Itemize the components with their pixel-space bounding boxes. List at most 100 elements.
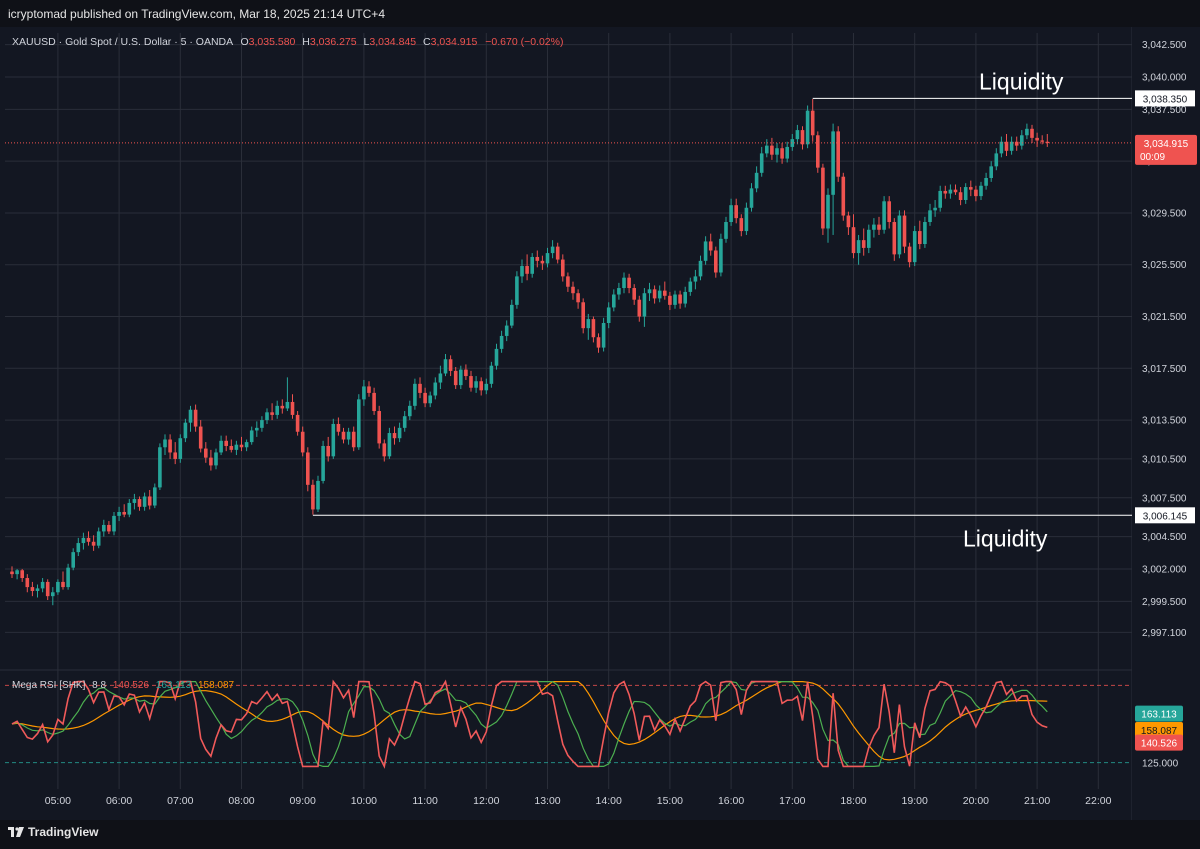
candle-body <box>377 411 381 444</box>
candle-body <box>367 386 371 393</box>
y-tick-label: 3,021.500 <box>1142 312 1187 323</box>
last-price-label: 3,034.915 <box>1144 139 1189 150</box>
candle-body <box>127 502 132 515</box>
candle-body <box>372 392 376 412</box>
symbol-name: XAUUSD · Gold Spot / U.S. Dollar · 5 · O… <box>12 36 233 48</box>
candle-body <box>586 319 591 329</box>
x-tick-label: 06:00 <box>106 795 132 807</box>
candle-body <box>295 414 300 432</box>
candle-body <box>336 423 341 432</box>
candle-body <box>290 401 295 415</box>
candle-body <box>382 443 387 457</box>
x-tick-label: 12:00 <box>473 795 499 807</box>
candle-body <box>10 571 14 575</box>
x-tick-label: 20:00 <box>963 795 989 807</box>
candle-body <box>61 581 65 588</box>
header-bar: icryptomad published on TradingView.com,… <box>0 0 1200 27</box>
candle-body <box>351 431 356 448</box>
candle-body <box>1025 128 1029 136</box>
candle-body <box>86 537 91 542</box>
x-tick-label: 05:00 <box>45 795 71 807</box>
candle-body <box>795 130 800 140</box>
candle-body <box>810 110 815 136</box>
candle-body <box>260 420 264 428</box>
countdown-label: 00:09 <box>1140 152 1165 163</box>
candle-body <box>178 438 183 459</box>
candle-body <box>20 570 24 579</box>
tradingview-brand[interactable]: TradingView <box>8 825 98 839</box>
candle-body <box>504 325 509 336</box>
y-tick-label: 3,025.500 <box>1142 260 1187 271</box>
rsi-badge-label: 163.113 <box>1141 710 1177 721</box>
candle-body <box>805 110 810 145</box>
brand-name: TradingView <box>28 825 99 839</box>
candle-body <box>117 512 121 516</box>
candle-body <box>897 215 902 255</box>
candle-body <box>744 207 749 232</box>
candle-body <box>459 369 463 386</box>
candle-body <box>581 302 585 329</box>
published-text: icryptomad published on TradingView.com,… <box>8 7 385 21</box>
x-tick-label: 17:00 <box>779 795 805 807</box>
candle-body <box>515 276 519 305</box>
candle-body <box>499 335 504 349</box>
candle-body <box>785 146 789 159</box>
candle-body <box>606 307 611 323</box>
candle-body <box>851 227 856 254</box>
high-value: 3,036.275 <box>310 36 357 48</box>
candle-body <box>321 445 325 481</box>
candle-body <box>66 567 70 588</box>
price-chart[interactable]: Liquidity Liquidity 3,042.500 3,040.000 3,0… <box>0 27 1200 820</box>
candle-body <box>423 392 427 404</box>
candle-body <box>826 194 830 229</box>
candle-body <box>25 578 30 588</box>
candle-body <box>198 426 203 449</box>
candle-body <box>923 222 927 245</box>
candle-body <box>479 381 483 391</box>
candle-body <box>219 440 223 453</box>
candle-body <box>734 205 738 219</box>
candle-body <box>520 266 524 277</box>
candle-body <box>494 348 499 366</box>
candle-body <box>418 383 422 393</box>
x-tick-label: 07:00 <box>167 795 193 807</box>
candle-body <box>35 588 40 591</box>
candle-body <box>872 224 876 230</box>
candle-body <box>484 383 489 391</box>
y-tick-label: 3,037.500 <box>1142 105 1187 116</box>
candle-body <box>239 444 244 448</box>
candle-body <box>56 581 60 593</box>
candle-body <box>979 185 983 197</box>
candle-body <box>45 581 50 597</box>
candle-body <box>51 592 55 597</box>
candle-body <box>387 433 392 457</box>
x-tick-label: 08:00 <box>228 795 254 807</box>
candle-body <box>413 383 417 406</box>
candle-body <box>943 190 948 194</box>
candle-body <box>652 289 657 299</box>
rsi-value-orange: 158.087 <box>198 680 235 691</box>
candle-body <box>974 189 978 197</box>
candle-body <box>76 543 81 553</box>
x-tick-label: 15:00 <box>657 795 683 807</box>
y-tick-label: 3,013.500 <box>1142 416 1187 427</box>
low-value: 3,034.845 <box>369 36 416 48</box>
candle-body <box>637 299 642 317</box>
candle-body <box>91 541 96 546</box>
candle-body <box>912 231 917 263</box>
candle-body <box>867 229 871 248</box>
candle-body <box>545 253 550 264</box>
candle-body <box>882 201 886 230</box>
candle-body <box>749 188 754 208</box>
liquidity-price-label: 3,038.350 <box>1143 94 1188 105</box>
candle-body <box>933 207 937 211</box>
rsi-title: Mega RSI [SHK] <box>12 680 86 691</box>
candle-body <box>928 210 932 223</box>
candle-body <box>142 496 147 507</box>
y-tick-label: 2,999.500 <box>1142 597 1187 608</box>
candle-body <box>188 409 193 423</box>
candle-body <box>275 405 279 415</box>
candle-body <box>234 444 239 450</box>
candle-body <box>887 201 891 223</box>
candle-body <box>214 452 218 466</box>
